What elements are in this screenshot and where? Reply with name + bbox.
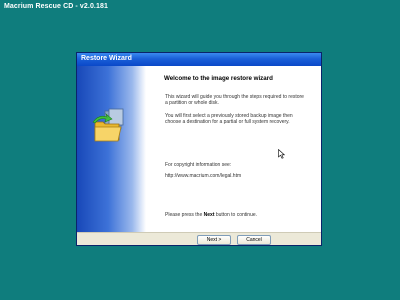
folder-restore-icon xyxy=(92,108,124,142)
continue-text: Please press the Next button to continue… xyxy=(165,212,305,218)
instructions-text: You will first select a previously store… xyxy=(165,113,293,126)
wizard-button-bar: Next > Cancel xyxy=(77,232,321,245)
wizard-content: Welcome to the image restore wizard This… xyxy=(146,66,321,232)
app-title: Macrium Rescue CD - v2.0.181 xyxy=(4,3,108,10)
intro-text: This wizard will guide you through the s… xyxy=(165,94,304,107)
dialog-title: Restore Wizard xyxy=(81,55,132,62)
next-button[interactable]: Next > xyxy=(197,235,231,245)
continue-prefix: Please press the xyxy=(165,212,204,218)
restore-wizard-dialog: Restore Wizard Welcome to the image rest… xyxy=(76,52,322,246)
continue-next-word: Next xyxy=(203,212,215,218)
dialog-titlebar[interactable]: Restore Wizard xyxy=(77,53,321,66)
copyright-link[interactable]: http://www.macrium.com/legal.htm xyxy=(165,173,305,179)
wizard-side-banner xyxy=(77,66,146,232)
mouse-cursor-icon xyxy=(278,149,285,159)
continue-suffix: button to continue. xyxy=(214,212,258,218)
copyright-label: For copyright information see: xyxy=(165,162,232,168)
cancel-button[interactable]: Cancel xyxy=(237,235,271,245)
wizard-heading: Welcome to the image restore wizard xyxy=(164,75,273,82)
